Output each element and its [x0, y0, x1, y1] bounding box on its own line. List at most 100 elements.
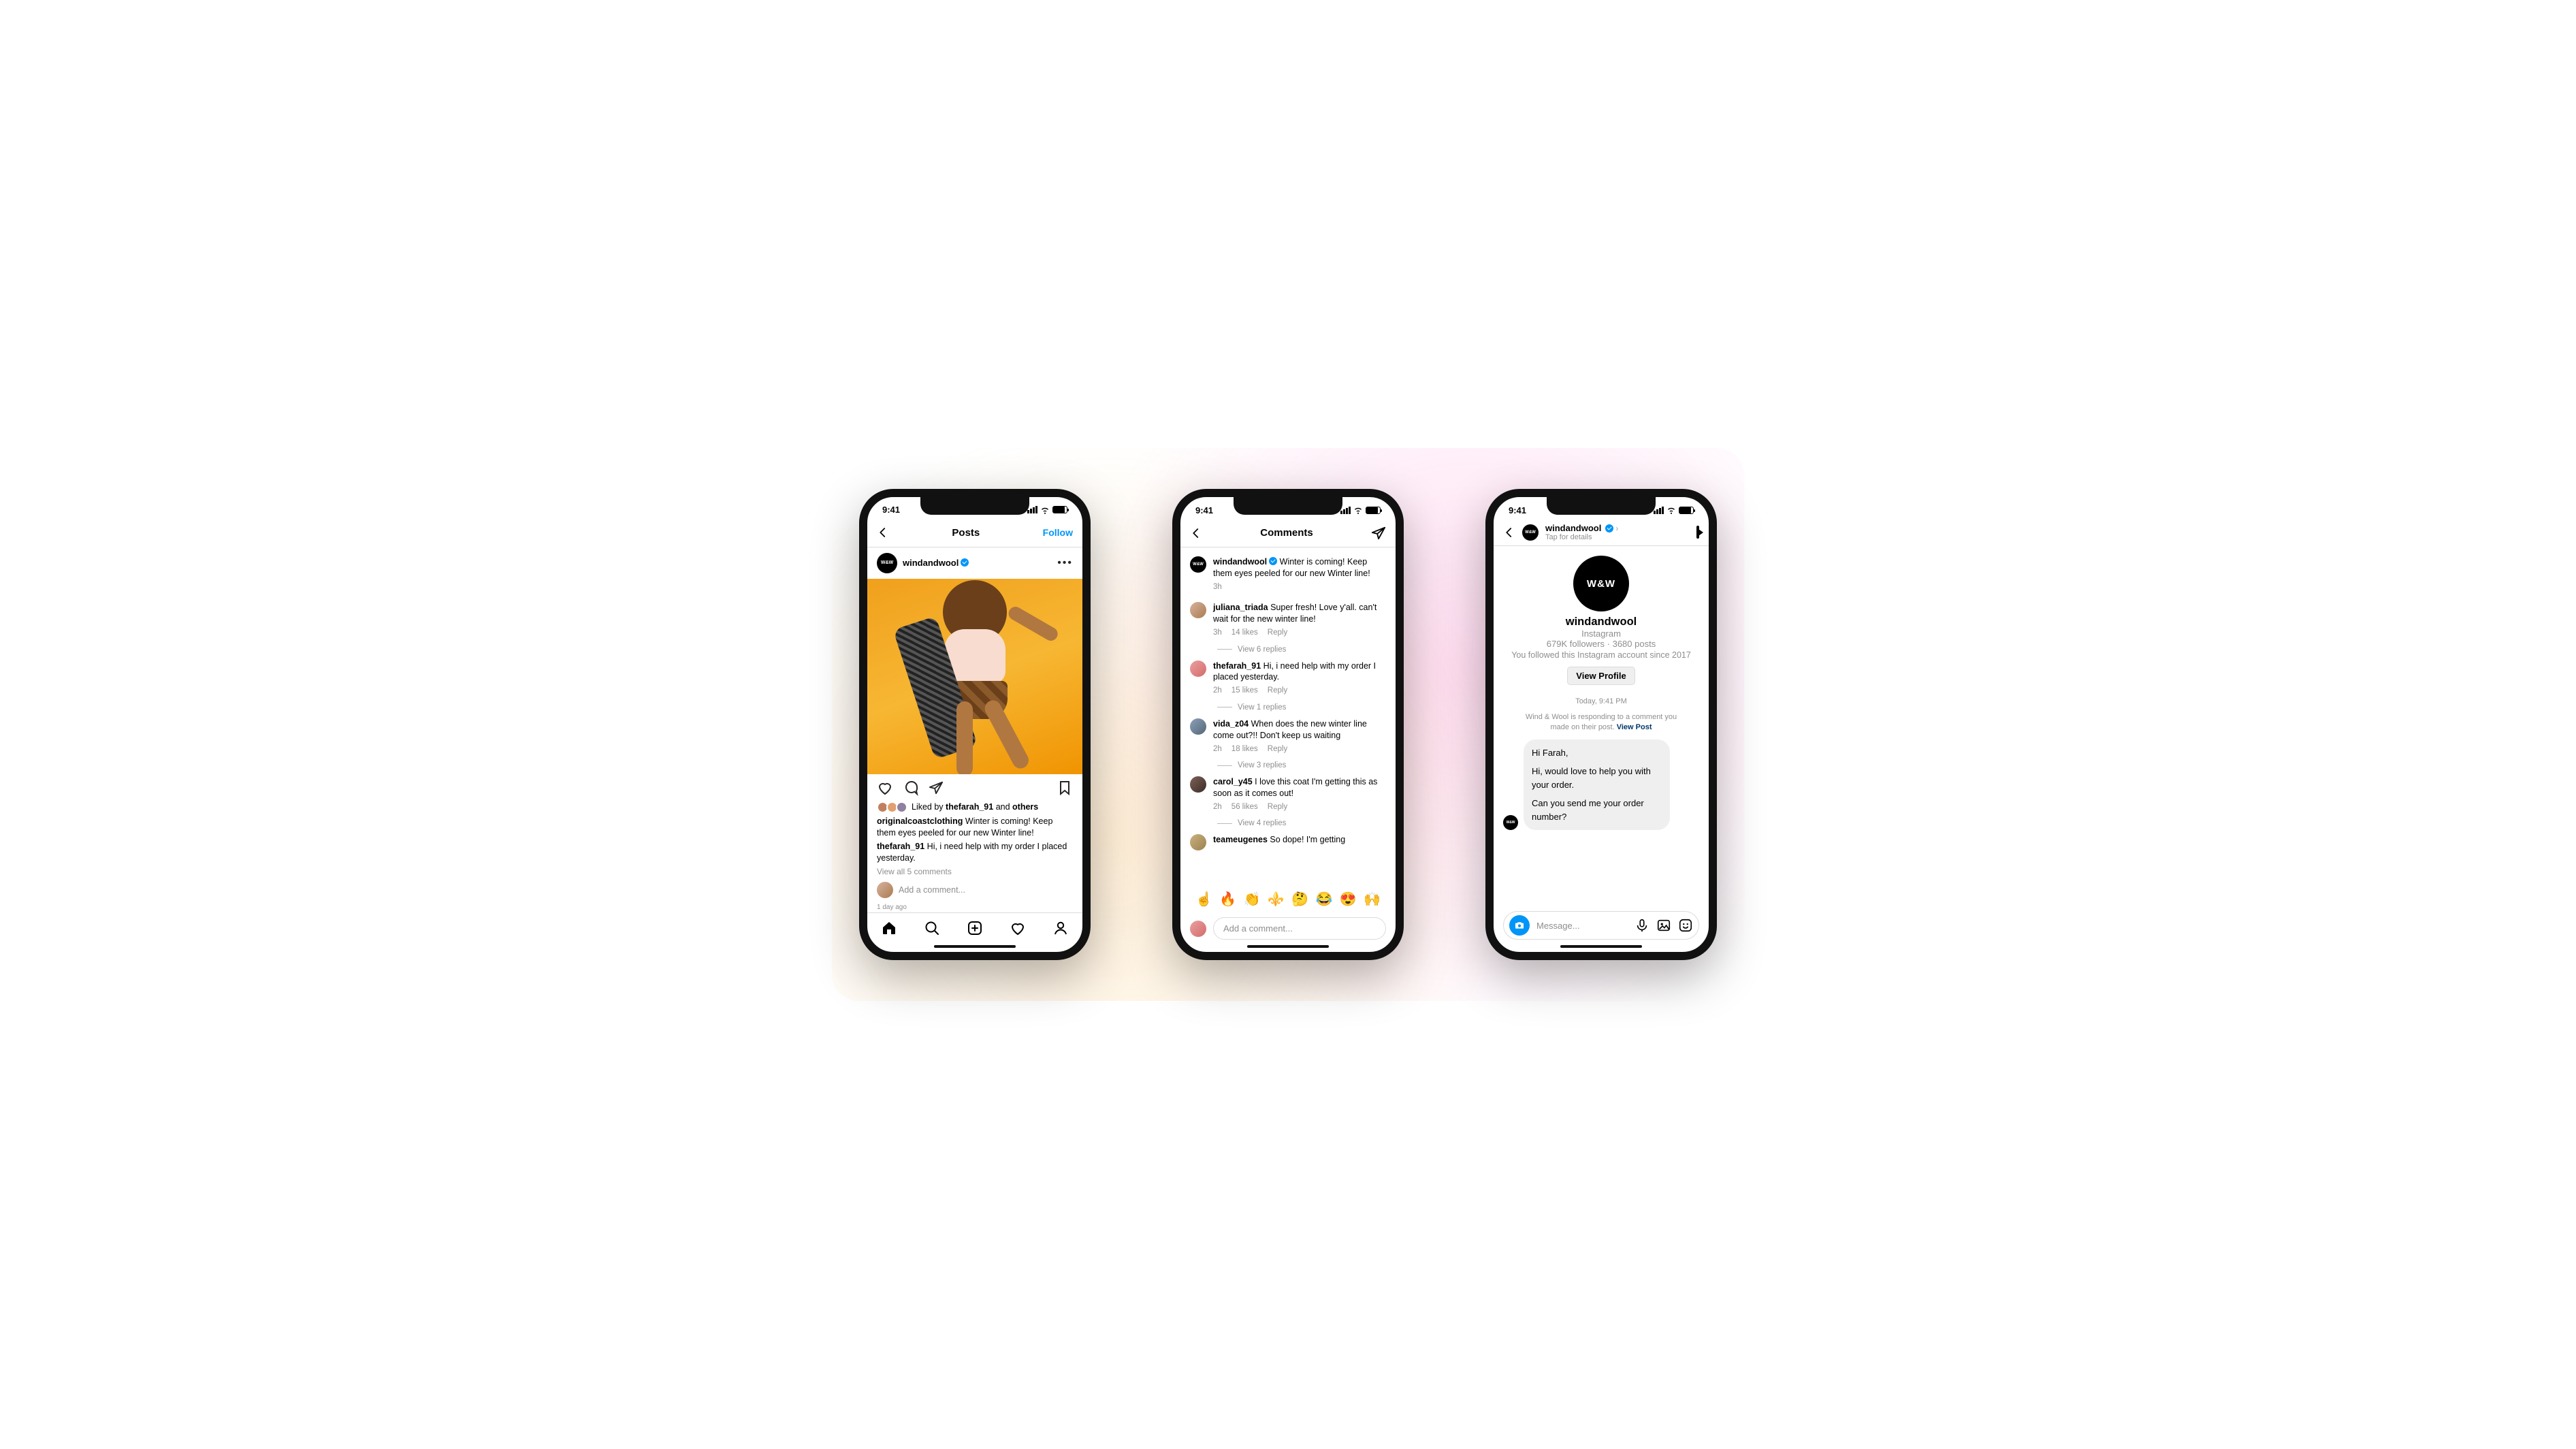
comment-username[interactable]: windandwool: [1213, 557, 1277, 567]
profile-username: windandwool: [1503, 616, 1699, 628]
likes-row[interactable]: Liked by thefarah_91 and others: [867, 801, 1082, 816]
sticker-button[interactable]: [1678, 918, 1693, 933]
bookmark-button[interactable]: [1057, 780, 1073, 796]
comments-list[interactable]: W&W windandwool Winter is coming! Keep t…: [1180, 547, 1396, 885]
voice-button[interactable]: [1635, 918, 1649, 933]
nav-search[interactable]: [924, 920, 940, 936]
liker-avatar: [896, 801, 907, 813]
dm-title-block[interactable]: windandwool› Tap for details: [1545, 523, 1618, 541]
post-image[interactable]: [867, 579, 1082, 774]
comment-username[interactable]: teameugenes: [1213, 835, 1268, 844]
chevron-left-icon: [1190, 527, 1202, 539]
view-profile-button[interactable]: View Profile: [1567, 667, 1635, 685]
comment-button[interactable]: [903, 780, 919, 796]
camera-button[interactable]: [1509, 915, 1530, 936]
search-icon: [924, 920, 940, 936]
battery-icon: [1366, 507, 1381, 514]
emoji-option[interactable]: ⚜️: [1268, 891, 1285, 908]
heart-icon: [877, 780, 893, 796]
comments-header: Comments: [1180, 519, 1396, 547]
share-button[interactable]: [929, 780, 944, 795]
commenter-avatar[interactable]: [1190, 776, 1206, 793]
comment-username[interactable]: juliana_triada: [1213, 603, 1268, 612]
op-avatar[interactable]: W&W: [1190, 556, 1206, 573]
emoji-option[interactable]: 😍: [1340, 891, 1357, 908]
signal-icon: [1027, 506, 1037, 513]
view-post-link[interactable]: View Post: [1617, 723, 1652, 731]
post-caption: originalcoastclothing Winter is coming! …: [867, 816, 1082, 841]
status-time: 9:41: [1509, 505, 1526, 515]
comment-likes[interactable]: 18 likes: [1231, 744, 1258, 755]
emoji-option[interactable]: 😂: [1315, 891, 1332, 908]
comment-row: teameugenes So dope! I'm getting: [1180, 829, 1396, 855]
device-notch: [1234, 497, 1342, 515]
back-button[interactable]: [1190, 527, 1202, 539]
video-icon: [1696, 526, 1699, 539]
comment-likes[interactable]: 56 likes: [1231, 802, 1258, 813]
verified-badge-icon: [1605, 524, 1613, 532]
dm-body[interactable]: W&W windandwool Instagram 679K followers…: [1494, 546, 1709, 904]
image-icon: [1656, 918, 1671, 933]
battery-icon: [1052, 506, 1067, 513]
signal-icon: [1340, 507, 1351, 514]
verified-badge-icon: [1269, 557, 1277, 565]
comment-reply[interactable]: Reply: [1268, 686, 1287, 697]
comment-reply[interactable]: Reply: [1268, 628, 1287, 639]
phone-posts: 9:41 Posts Follow W&W windandwool •••: [859, 489, 1091, 960]
commenter-avatar[interactable]: [1190, 834, 1206, 850]
nav-activity[interactable]: [1010, 920, 1026, 936]
speech-bubble-icon: [903, 780, 919, 796]
dm-context-notice: Wind & Wool is responding to a comment y…: [1515, 712, 1687, 733]
caption-username[interactable]: originalcoastclothing: [877, 816, 963, 826]
like-button[interactable]: [877, 780, 893, 796]
comment-likes[interactable]: 14 likes: [1231, 628, 1258, 639]
commenter-avatar[interactable]: [1190, 660, 1206, 677]
gallery-button[interactable]: [1656, 918, 1671, 933]
comment-row: vida_z04 When does the new winter line c…: [1180, 714, 1396, 759]
dm-username: windandwool: [1545, 523, 1601, 533]
home-indicator: [1247, 945, 1329, 948]
comment-username[interactable]: thefarah_91: [877, 842, 924, 851]
profile-stats: 679K followers · 3680 posts: [1503, 639, 1699, 649]
signal-icon: [1654, 507, 1664, 514]
dm-avatar[interactable]: W&W: [1522, 524, 1539, 541]
profile-avatar[interactable]: W&W: [1573, 556, 1629, 611]
message-line: Hi, would love to help you with your ord…: [1532, 765, 1662, 791]
view-replies[interactable]: View 3 replies: [1180, 759, 1396, 771]
chevron-left-icon: [877, 526, 889, 539]
add-comment-row[interactable]: Add a comment...: [867, 878, 1082, 902]
share-button[interactable]: [1371, 526, 1386, 541]
paper-plane-icon: [1371, 526, 1386, 541]
commenter-avatar[interactable]: [1190, 602, 1206, 618]
heart-outline-icon: [1010, 920, 1026, 936]
status-time: 9:41: [882, 505, 900, 515]
comment-likes[interactable]: 15 likes: [1231, 686, 1258, 697]
comment-reply[interactable]: Reply: [1268, 802, 1287, 813]
post-username[interactable]: windandwool: [903, 558, 969, 568]
emoji-option[interactable]: 🤔: [1291, 891, 1308, 908]
post-avatar[interactable]: W&W: [877, 553, 897, 573]
commenter-avatar[interactable]: [1190, 718, 1206, 735]
message-input[interactable]: Message...: [1536, 921, 1628, 931]
nav-home[interactable]: [881, 920, 897, 936]
view-all-comments[interactable]: View all 5 comments: [867, 865, 1082, 878]
my-avatar: [1190, 921, 1206, 937]
view-replies[interactable]: View 1 replies: [1180, 701, 1396, 714]
liked-by-text: Liked by thefarah_91 and others: [912, 802, 1038, 812]
comment-username[interactable]: carol_y45: [1213, 777, 1253, 786]
emoji-option[interactable]: 🔥: [1219, 891, 1236, 908]
comment-text: So dope! I'm getting: [1270, 835, 1345, 844]
emoji-option[interactable]: 👏: [1244, 891, 1261, 908]
add-comment-input[interactable]: Add a comment...: [1213, 917, 1386, 940]
back-button[interactable]: [877, 526, 889, 539]
comment-reply[interactable]: Reply: [1268, 744, 1287, 755]
nav-create[interactable]: [967, 920, 983, 936]
view-replies[interactable]: View 4 replies: [1180, 817, 1396, 829]
back-button[interactable]: [1503, 526, 1515, 539]
nav-profile[interactable]: [1052, 920, 1069, 936]
comment-username[interactable]: vida_z04: [1213, 719, 1249, 729]
emoji-option[interactable]: ☝️: [1195, 891, 1212, 908]
emoji-option[interactable]: 🙌: [1364, 891, 1381, 908]
comment-username[interactable]: thefarah_91: [1213, 661, 1261, 671]
view-replies[interactable]: View 6 replies: [1180, 643, 1396, 656]
